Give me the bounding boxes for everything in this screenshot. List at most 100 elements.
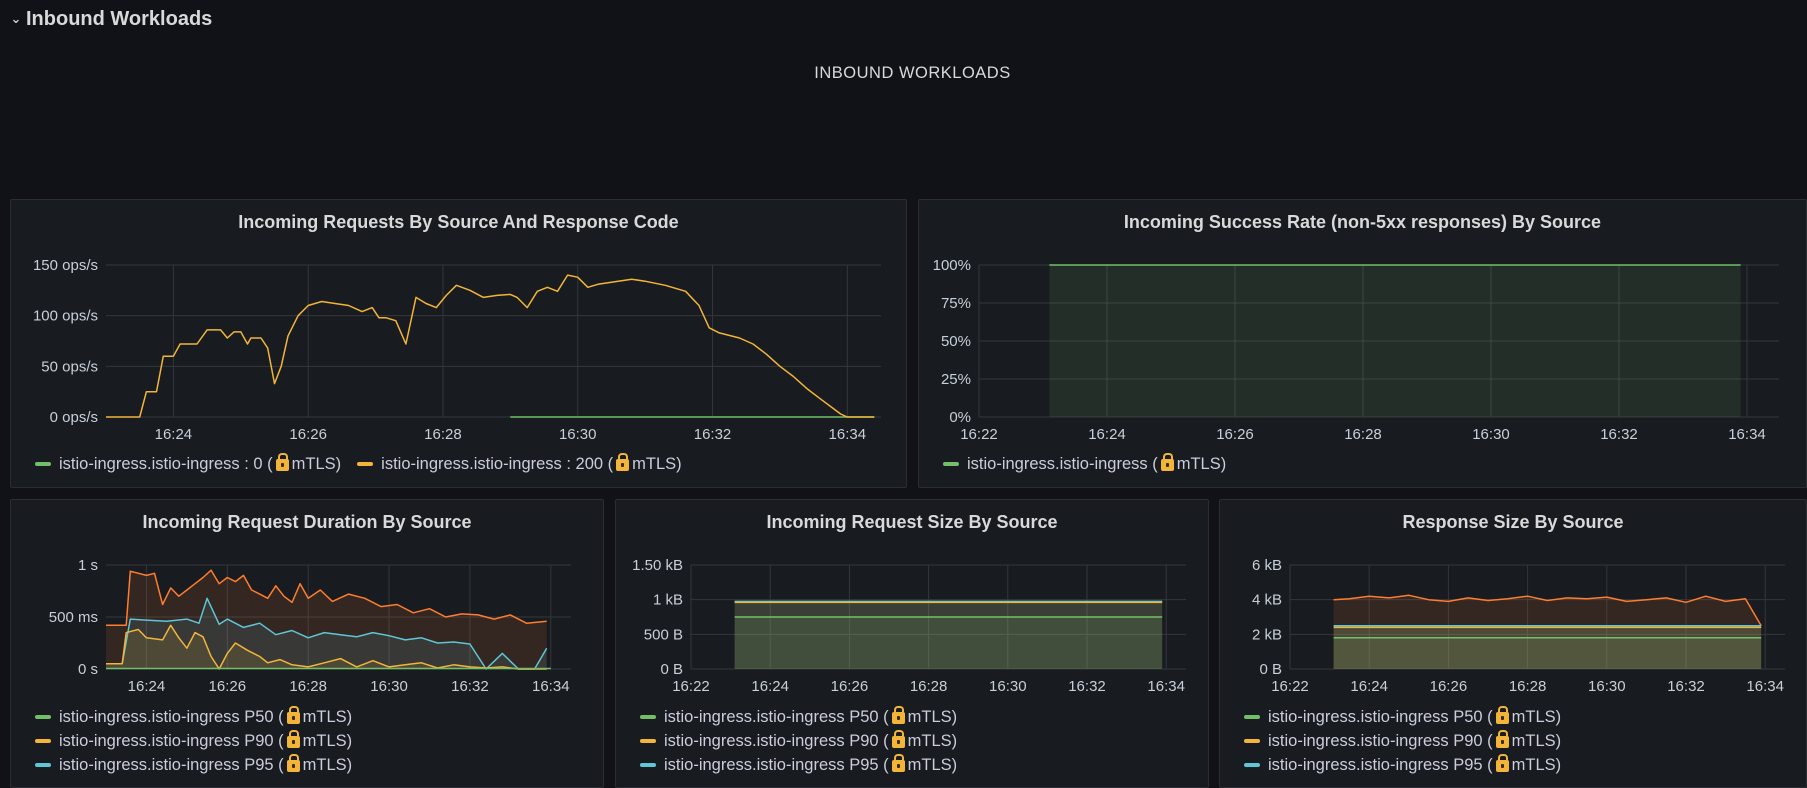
row-header-inbound-workloads[interactable]: ⌄ Inbound Workloads: [10, 6, 213, 32]
x-tick-label: 16:32: [1600, 426, 1638, 443]
x-tick-label: 16:34: [829, 426, 867, 443]
lock-icon: [891, 754, 905, 772]
x-tick-label: 16:30: [370, 678, 408, 695]
legend: istio-ingress.istio-ingress P50 (mTLS) is…: [1244, 705, 1577, 777]
lock-icon: [286, 730, 300, 748]
legend-item[interactable]: istio-ingress.istio-ingress P95 ( mTLS): [35, 753, 352, 777]
legend-suffix: mTLS): [1511, 755, 1562, 774]
legend-swatch: [35, 462, 51, 466]
x-tick-label: 16:22: [1271, 678, 1309, 695]
y-tick-label: 100%: [933, 257, 971, 274]
lock-icon: [1495, 754, 1509, 772]
legend-swatch: [1244, 739, 1260, 743]
y-tick-label: 1 s: [78, 557, 98, 574]
lock-icon: [1160, 453, 1174, 471]
lock-icon: [1495, 706, 1509, 724]
legend-label: istio-ingress.istio-ingress P90 (: [664, 731, 889, 750]
x-tick-label: 16:26: [1216, 426, 1254, 443]
legend-suffix: mTLS): [291, 454, 342, 473]
legend-item[interactable]: istio-ingress.istio-ingress P95 ( mTLS): [1244, 753, 1561, 777]
legend-item[interactable]: istio-ingress.istio-ingress P50 (mTLS): [35, 705, 352, 729]
legend-suffix: mTLS): [907, 707, 958, 726]
panel-request-duration[interactable]: Incoming Request Duration By Source 0 s5…: [10, 499, 604, 788]
y-tick-label: 25%: [941, 371, 971, 388]
legend-suffix: mTLS): [1511, 707, 1562, 726]
legend-label: istio-ingress.istio-ingress P50 (: [664, 707, 889, 726]
x-tick-label: 16:26: [289, 426, 327, 443]
legend-item[interactable]: istio-ingress.istio-ingress P90 ( mTLS): [1244, 729, 1561, 753]
chart-incoming-requests: 0 ops/s 50 ops/s 100 ops/s 150 ops/s 16:24 16…: [33, 257, 881, 443]
legend-item[interactable]: istio-ingress.istio-ingress P50 ( mTLS): [640, 705, 957, 729]
lock-icon: [891, 706, 905, 724]
x-tick-label: 16:28: [910, 678, 948, 695]
y-tick-label: 50 ops/s: [41, 358, 98, 375]
lock-icon: [1495, 730, 1509, 748]
x-tick-label: 16:22: [960, 426, 998, 443]
x-tick-label: 16:34: [1147, 678, 1185, 695]
y-tick-label: 100 ops/s: [33, 308, 98, 325]
legend-swatch: [35, 763, 51, 767]
legend-item[interactable]: istio-ingress.istio-ingress P90 (mTLS): [640, 729, 957, 753]
y-tick-label: 0 B: [1259, 661, 1282, 678]
legend-item[interactable]: istio-ingress.istio-ingress : 0 (mTLS): [35, 452, 341, 476]
y-tick-label: 500 ms: [49, 609, 98, 626]
lock-icon: [616, 453, 630, 471]
chart-response-size: 0 B 2 kB 4 kB 6 kB 16:22 16:24 16:26 16:28 16:30…: [1252, 557, 1785, 695]
x-tick-label: 16:30: [989, 678, 1027, 695]
text-panel-heading: INBOUND WORKLOADS: [814, 64, 1011, 82]
legend-item[interactable]: istio-ingress.istio-ingress P50 (mTLS): [1244, 705, 1561, 729]
y-tick-label: 50%: [941, 333, 971, 350]
y-tick-label: 150 ops/s: [33, 257, 98, 274]
panel-request-size[interactable]: Incoming Request Size By Source 0 B 500 B…: [615, 499, 1209, 788]
x-tick-label: 16:26: [1430, 678, 1468, 695]
legend-swatch: [35, 715, 51, 719]
legend: istio-ingress.istio-ingress (mTLS): [943, 452, 1242, 476]
legend-label: istio-ingress.istio-ingress P95 (: [664, 755, 889, 774]
lock-icon: [275, 453, 289, 471]
legend-label: istio-ingress.istio-ingress P95 (: [1268, 755, 1493, 774]
legend-item[interactable]: istio-ingress.istio-ingress P90 (mTLS): [35, 729, 352, 753]
y-tick-label: 0 ops/s: [50, 409, 98, 426]
y-tick-label: 0 B: [660, 661, 683, 678]
panel-incoming-requests[interactable]: Incoming Requests By Source And Response…: [10, 199, 907, 488]
x-tick-label: 16:30: [1588, 678, 1626, 695]
legend-suffix: mTLS): [632, 454, 682, 473]
legend-label: istio-ingress.istio-ingress P95 (: [59, 755, 284, 774]
x-tick-label: 16:28: [424, 426, 462, 443]
x-tick-label: 16:32: [694, 426, 732, 443]
y-tick-label: 2 kB: [1252, 626, 1282, 643]
legend-item[interactable]: istio-ingress.istio-ingress (mTLS): [943, 452, 1226, 476]
chart-success-rate: 0% 25% 50% 75% 100% 16:22 16:24 16:26 16:28 16:30…: [933, 257, 1779, 443]
y-tick-label: 75%: [941, 295, 971, 312]
legend-label: istio-ingress.istio-ingress P90 (: [1268, 731, 1493, 750]
legend-label: istio-ingress.istio-ingress P50 (: [59, 707, 284, 726]
y-tick-label: 500 B: [644, 626, 683, 643]
legend-swatch: [640, 715, 656, 719]
x-tick-label: 16:34: [532, 678, 570, 695]
x-tick-label: 16:22: [672, 678, 710, 695]
x-tick-label: 16:28: [1509, 678, 1547, 695]
legend-suffix: mTLS): [1511, 731, 1562, 750]
x-tick-label: 16:32: [1667, 678, 1705, 695]
lock-icon: [891, 730, 905, 748]
panel-response-size[interactable]: Response Size By Source 0 B2 kB 4 kB 6 kB 1…: [1219, 499, 1807, 788]
legend-swatch: [1244, 763, 1260, 767]
legend-label: istio-ingress.istio-ingress (: [967, 454, 1158, 473]
x-tick-label: 16:26: [209, 678, 247, 695]
panel-success-rate[interactable]: Incoming Success Rate (non-5xx responses…: [918, 199, 1807, 488]
x-tick-label: 16:30: [559, 426, 597, 443]
legend: istio-ingress.istio-ingress P50 (mTLS) is…: [640, 705, 973, 777]
x-tick-label: 16:26: [831, 678, 869, 695]
x-tick-label: 16:24: [1350, 678, 1388, 695]
x-tick-label: 16:34: [1746, 678, 1784, 695]
legend-item[interactable]: istio-ingress.istio-ingress : 200 (mTLS): [357, 452, 682, 476]
legend-label: istio-ingress.istio-ingress P90 (: [59, 731, 284, 750]
legend-item[interactable]: istio-ingress.istio-ingress P95 (mTLS): [640, 753, 957, 777]
chart-request-size: 0 B 500 B 1 kB 1.50 kB 16:22 16:24 16:26 16:28 1…: [632, 557, 1186, 695]
chart-request-duration: 0 s 500 ms 1 s 16:24 16:26 16:28 16:30 16:32 16:…: [49, 557, 571, 695]
legend-suffix: mTLS): [302, 755, 353, 774]
legend-swatch: [943, 462, 959, 466]
legend-swatch: [640, 763, 656, 767]
legend-swatch: [1244, 715, 1260, 719]
y-tick-label: 0%: [949, 409, 971, 426]
